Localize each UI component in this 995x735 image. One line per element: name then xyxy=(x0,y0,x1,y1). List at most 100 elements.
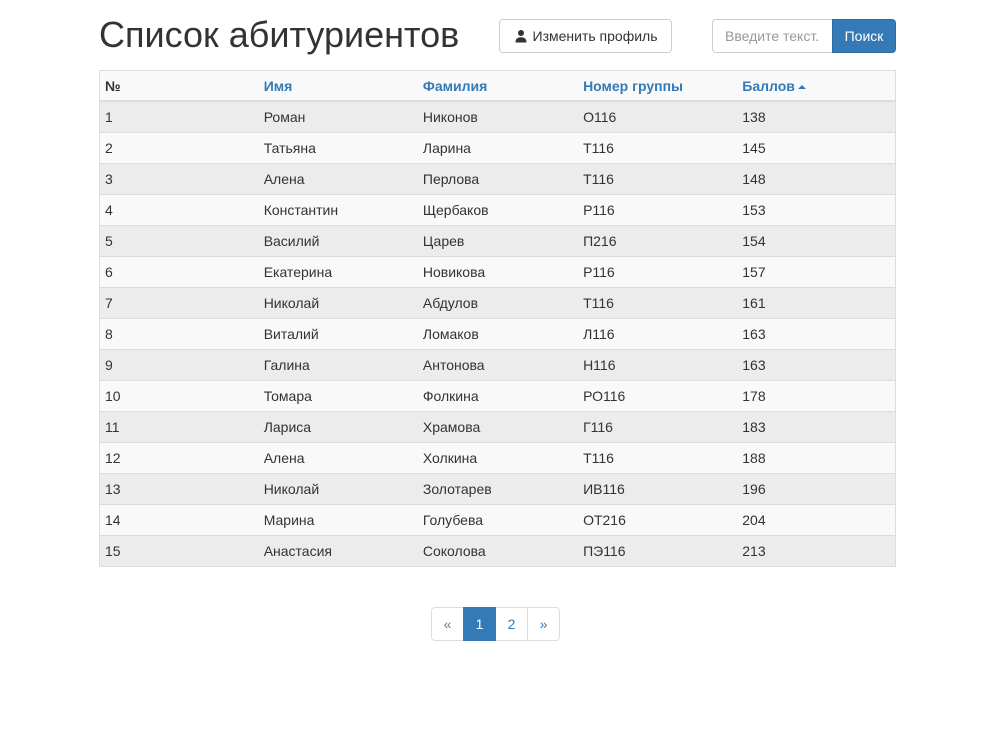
cell-surname: Фолкина xyxy=(417,380,579,412)
cell-name: Алена xyxy=(258,442,418,474)
column-header-name[interactable]: Имя xyxy=(258,70,418,102)
table-row: 9 Галина Антонова Н116 163 xyxy=(99,349,896,381)
cell-surname: Храмова xyxy=(417,411,579,443)
cell-group: О116 xyxy=(578,100,738,133)
cell-surname: Ломаков xyxy=(417,318,579,350)
cell-score: 183 xyxy=(737,411,896,443)
pagination-page-2[interactable]: 2 xyxy=(495,607,528,641)
cell-name: Томара xyxy=(258,380,418,412)
table-row: 3 Алена Перлова Т116 148 xyxy=(99,163,896,195)
pagination-page-1[interactable]: 1 xyxy=(463,607,496,641)
cell-number: 6 xyxy=(99,256,259,288)
cell-number: 8 xyxy=(99,318,259,350)
cell-score: 153 xyxy=(737,194,896,226)
cell-group: П216 xyxy=(578,225,738,257)
pagination-prev[interactable]: « xyxy=(431,607,464,641)
table-row: 7 Николай Абдулов Т116 161 xyxy=(99,287,896,319)
cell-number: 14 xyxy=(99,504,259,536)
cell-number: 9 xyxy=(99,349,259,381)
cell-surname: Царев xyxy=(417,225,579,257)
cell-number: 1 xyxy=(99,100,259,133)
cell-number: 11 xyxy=(99,411,259,443)
cell-number: 10 xyxy=(99,380,259,412)
table-row: 13 Николай Золотарев ИВ116 196 xyxy=(99,473,896,505)
pagination-next[interactable]: » xyxy=(527,607,560,641)
cell-name: Татьяна xyxy=(258,132,418,164)
user-icon xyxy=(514,29,528,43)
cell-name: Василий xyxy=(258,225,418,257)
cell-number: 12 xyxy=(99,442,259,474)
cell-number: 5 xyxy=(99,225,259,257)
cell-number: 13 xyxy=(99,473,259,505)
cell-score: 163 xyxy=(737,318,896,350)
cell-score: 178 xyxy=(737,380,896,412)
cell-name: Анастасия xyxy=(258,535,418,567)
cell-number: 4 xyxy=(99,194,259,226)
cell-group: ОТ216 xyxy=(578,504,738,536)
cell-group: Т116 xyxy=(578,132,738,164)
cell-name: Константин xyxy=(258,194,418,226)
table-row: 11 Лариса Храмова Г116 183 xyxy=(99,411,896,443)
cell-surname: Щербаков xyxy=(417,194,579,226)
table-row: 14 Марина Голубева ОТ216 204 xyxy=(99,504,896,536)
column-header-surname-label: Фамилия xyxy=(422,77,488,94)
cell-score: 213 xyxy=(737,535,896,567)
cell-name: Алена xyxy=(258,163,418,195)
cell-surname: Соколова xyxy=(417,535,579,567)
cell-surname: Голубева xyxy=(417,504,579,536)
edit-profile-button[interactable]: Изменить профиль xyxy=(499,19,672,53)
column-header-score[interactable]: Баллов xyxy=(737,70,896,102)
cell-score: 196 xyxy=(737,473,896,505)
cell-group: Т116 xyxy=(578,287,738,319)
table-row: 6 Екатерина Новикова Р116 157 xyxy=(99,256,896,288)
cell-score: 204 xyxy=(737,504,896,536)
cell-score: 138 xyxy=(737,100,896,133)
cell-surname: Золотарев xyxy=(417,473,579,505)
cell-group: ПЭ116 xyxy=(578,535,738,567)
cell-surname: Никонов xyxy=(417,100,579,133)
table-body: 1 Роман Никонов О116 138 2 Татьяна Ларина Т116 14… xyxy=(99,100,896,567)
search-input[interactable] xyxy=(712,19,833,53)
cell-name: Галина xyxy=(258,349,418,381)
search-button[interactable]: Поиск xyxy=(832,19,896,53)
cell-number: 2 xyxy=(99,132,259,164)
table-row: 4 Константин Щербаков Р116 153 xyxy=(99,194,896,226)
cell-surname: Перлова xyxy=(417,163,579,195)
cell-group: Т116 xyxy=(578,163,738,195)
cell-score: 163 xyxy=(737,349,896,381)
cell-name: Екатерина xyxy=(258,256,418,288)
column-header-surname[interactable]: Фамилия xyxy=(417,70,579,102)
cell-score: 161 xyxy=(737,287,896,319)
sort-ascending-caret-icon xyxy=(797,84,806,89)
cell-number: 7 xyxy=(99,287,259,319)
cell-name: Николай xyxy=(258,473,418,505)
cell-group: Г116 xyxy=(578,411,738,443)
cell-surname: Холкина xyxy=(417,442,579,474)
cell-group: Н116 xyxy=(578,349,738,381)
pagination: « 1 2 » xyxy=(431,607,560,641)
cell-group: РО116 xyxy=(578,380,738,412)
edit-profile-label: Изменить профиль xyxy=(532,28,658,44)
cell-name: Лариса xyxy=(258,411,418,443)
cell-group: Т116 xyxy=(578,442,738,474)
column-header-name-label: Имя xyxy=(263,77,293,94)
column-header-score-label: Баллов xyxy=(742,77,795,94)
applicants-page: Список абитуриентов Изменить профиль Пои… xyxy=(0,0,995,735)
table-row: 1 Роман Никонов О116 138 xyxy=(99,100,896,133)
cell-surname: Новикова xyxy=(417,256,579,288)
cell-number: 15 xyxy=(99,535,259,567)
cell-surname: Антонова xyxy=(417,349,579,381)
table-row: 15 Анастасия Соколова ПЭ116 213 xyxy=(99,535,896,567)
page-title: Список абитуриентов xyxy=(99,14,460,55)
cell-group: Р116 xyxy=(578,194,738,226)
cell-score: 188 xyxy=(737,442,896,474)
table-row: 12 Алена Холкина Т116 188 xyxy=(99,442,896,474)
cell-group: Л116 xyxy=(578,318,738,350)
cell-group: ИВ116 xyxy=(578,473,738,505)
cell-score: 145 xyxy=(737,132,896,164)
cell-surname: Ларина xyxy=(417,132,579,164)
cell-name: Виталий xyxy=(258,318,418,350)
column-header-number: № xyxy=(99,70,259,102)
column-header-group[interactable]: Номер группы xyxy=(578,70,738,102)
applicants-table: № Имя Фамилия Номер группы Баллов 1 Роман… xyxy=(99,70,896,567)
